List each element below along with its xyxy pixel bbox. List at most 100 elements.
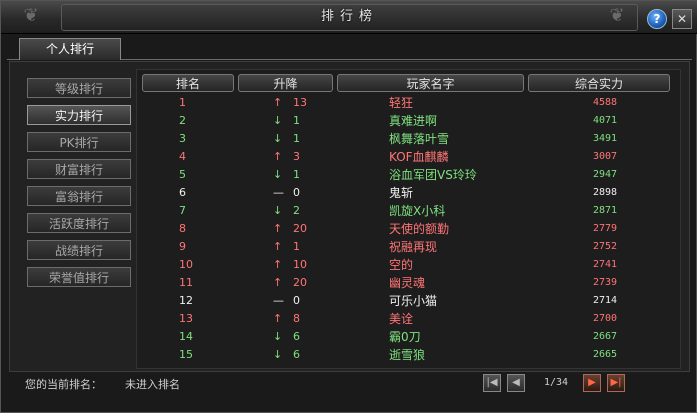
change-cell: 6	[293, 348, 300, 361]
player-name-cell: 祝融再现	[389, 240, 438, 254]
down-arrow-icon: ↓	[273, 330, 283, 343]
power-cell: 2947	[593, 169, 618, 180]
table-row[interactable]: 13 ↑ 8 美诠 2700	[141, 310, 673, 328]
table-row[interactable]: 4 ↑ 3 KOF血麒麟 3007	[141, 148, 673, 166]
change-cell: 0	[293, 186, 300, 199]
none-arrow-icon: —	[273, 186, 284, 199]
change-cell: 0	[293, 294, 300, 307]
player-name-cell: 幽灵魂	[389, 276, 426, 290]
rank-cell: 5	[179, 168, 186, 181]
table-row[interactable]: 15 ↓ 6 逝雪狼 2665	[141, 346, 673, 364]
close-button[interactable]: ✕	[672, 9, 692, 29]
next-page-button[interactable]: ▶	[583, 374, 601, 392]
sidebar-item-2[interactable]: PK排行	[27, 132, 131, 152]
rank-cell: 14	[179, 330, 193, 343]
power-cell: 3007	[593, 151, 618, 162]
help-button[interactable]: ?	[647, 9, 667, 29]
close-icon: ✕	[676, 12, 688, 26]
table-row[interactable]: 2 ↓ 1 真难进啊 4071	[141, 112, 673, 130]
header-rank[interactable]: 排名	[142, 74, 234, 92]
player-name-cell: 鬼斩	[389, 186, 414, 200]
first-page-button[interactable]: |◀	[483, 374, 501, 392]
table-row[interactable]: 9 ↑ 1 祝融再现 2752	[141, 238, 673, 256]
header-power[interactable]: 综合实力	[528, 74, 670, 92]
table-row[interactable]: 1 ↑ 13 轻狂 4588	[141, 94, 673, 112]
power-cell: 2739	[593, 277, 618, 288]
table-row[interactable]: 3 ↓ 1 枫舞落叶雪 3491	[141, 130, 673, 148]
change-cell: 1	[293, 114, 300, 127]
up-arrow-icon: ↑	[273, 96, 283, 109]
change-cell: 8	[293, 312, 300, 325]
table-row[interactable]: 6 — 0 鬼斩 2898	[141, 184, 673, 202]
power-cell: 2700	[593, 313, 618, 324]
table-row[interactable]: 8 ↑ 20 天使的额勤 2779	[141, 220, 673, 238]
rank-cell: 15	[179, 348, 193, 361]
rank-cell: 1	[179, 96, 186, 109]
tab-personal-ranking[interactable]: 个人排行	[19, 38, 121, 60]
rank-cell: 7	[179, 204, 186, 217]
up-arrow-icon: ↑	[273, 312, 283, 325]
table-row[interactable]: 5 ↓ 1 浴血军团VS玲玲 2947	[141, 166, 673, 184]
player-name-cell: 轻狂	[389, 96, 414, 110]
current-rank-label: 您的当前排名：	[25, 378, 102, 391]
none-arrow-icon: —	[273, 294, 284, 307]
sidebar-item-4[interactable]: 富翁排行	[27, 186, 131, 206]
down-arrow-icon: ↓	[273, 204, 283, 217]
change-cell: 1	[293, 240, 300, 253]
sidebar-item-3[interactable]: 财富排行	[27, 159, 131, 179]
power-cell: 2665	[593, 349, 618, 360]
rank-cell: 3	[179, 132, 186, 145]
sidebar-item-7[interactable]: 荣誉值排行	[27, 267, 131, 287]
sidebar-item-6[interactable]: 战绩排行	[27, 240, 131, 260]
power-cell: 2714	[593, 295, 618, 306]
power-cell: 2871	[593, 205, 618, 216]
table-row[interactable]: 14 ↓ 6 霸0刀 2667	[141, 328, 673, 346]
change-cell: 20	[293, 222, 307, 235]
sidebar-item-0[interactable]: 等级排行	[27, 78, 131, 98]
down-arrow-icon: ↓	[273, 348, 283, 361]
table-row[interactable]: 11 ↑ 20 幽灵魂 2739	[141, 274, 673, 292]
player-name-cell: 可乐小猫	[389, 294, 438, 308]
rank-cell: 2	[179, 114, 186, 127]
rank-cell: 8	[179, 222, 186, 235]
header-player-name[interactable]: 玩家名字	[337, 74, 524, 92]
change-cell: 3	[293, 150, 300, 163]
player-name-cell: 浴血军团VS玲玲	[389, 168, 477, 182]
power-cell: 4071	[593, 115, 618, 126]
down-arrow-icon: ↓	[273, 168, 283, 181]
sidebar-item-5[interactable]: 活跃度排行	[27, 213, 131, 233]
header-change[interactable]: 升降	[238, 74, 333, 92]
rank-cell: 13	[179, 312, 193, 325]
title-bar[interactable]: ❦ 排行榜 ❦ ? ✕	[1, 1, 697, 34]
rank-cell: 11	[179, 276, 193, 289]
table-row[interactable]: 10 ↑ 10 空的 2741	[141, 256, 673, 274]
next-page-icon: ▶	[588, 377, 596, 388]
player-name-cell: 天使的额勤	[389, 222, 450, 236]
down-arrow-icon: ↓	[273, 132, 283, 145]
page-indicator: 1/34	[543, 377, 569, 388]
last-page-icon: ▶|	[610, 377, 622, 388]
rank-cell: 9	[179, 240, 186, 253]
tab-strip: 个人排行	[7, 35, 692, 60]
right-ornament-icon: ❦	[609, 5, 625, 26]
power-cell: 2898	[593, 187, 618, 198]
power-cell: 2752	[593, 241, 618, 252]
table-row[interactable]: 7 ↓ 2 凯旋X小科 2871	[141, 202, 673, 220]
sidebar-item-1[interactable]: 实力排行	[27, 105, 131, 125]
change-cell: 13	[293, 96, 307, 109]
ranking-window: ❦ 排行榜 ❦ ? ✕ 个人排行 等级排行实力排行 PK排行财富排行富翁排行活跃度…	[0, 0, 697, 413]
change-cell: 10	[293, 258, 307, 271]
current-rank-value: 未进入排名	[125, 378, 180, 391]
power-cell: 3491	[593, 133, 618, 144]
player-name-cell: 美诠	[389, 312, 414, 326]
rank-cell: 12	[179, 294, 193, 307]
down-arrow-icon: ↓	[273, 114, 283, 127]
change-cell: 6	[293, 330, 300, 343]
change-cell: 20	[293, 276, 307, 289]
question-icon: ?	[653, 12, 661, 26]
prev-page-button[interactable]: ◀	[507, 374, 525, 392]
player-name-cell: 凯旋X小科	[389, 204, 446, 218]
power-cell: 2779	[593, 223, 618, 234]
last-page-button[interactable]: ▶|	[607, 374, 625, 392]
table-row[interactable]: 12 — 0 可乐小猫 2714	[141, 292, 673, 310]
